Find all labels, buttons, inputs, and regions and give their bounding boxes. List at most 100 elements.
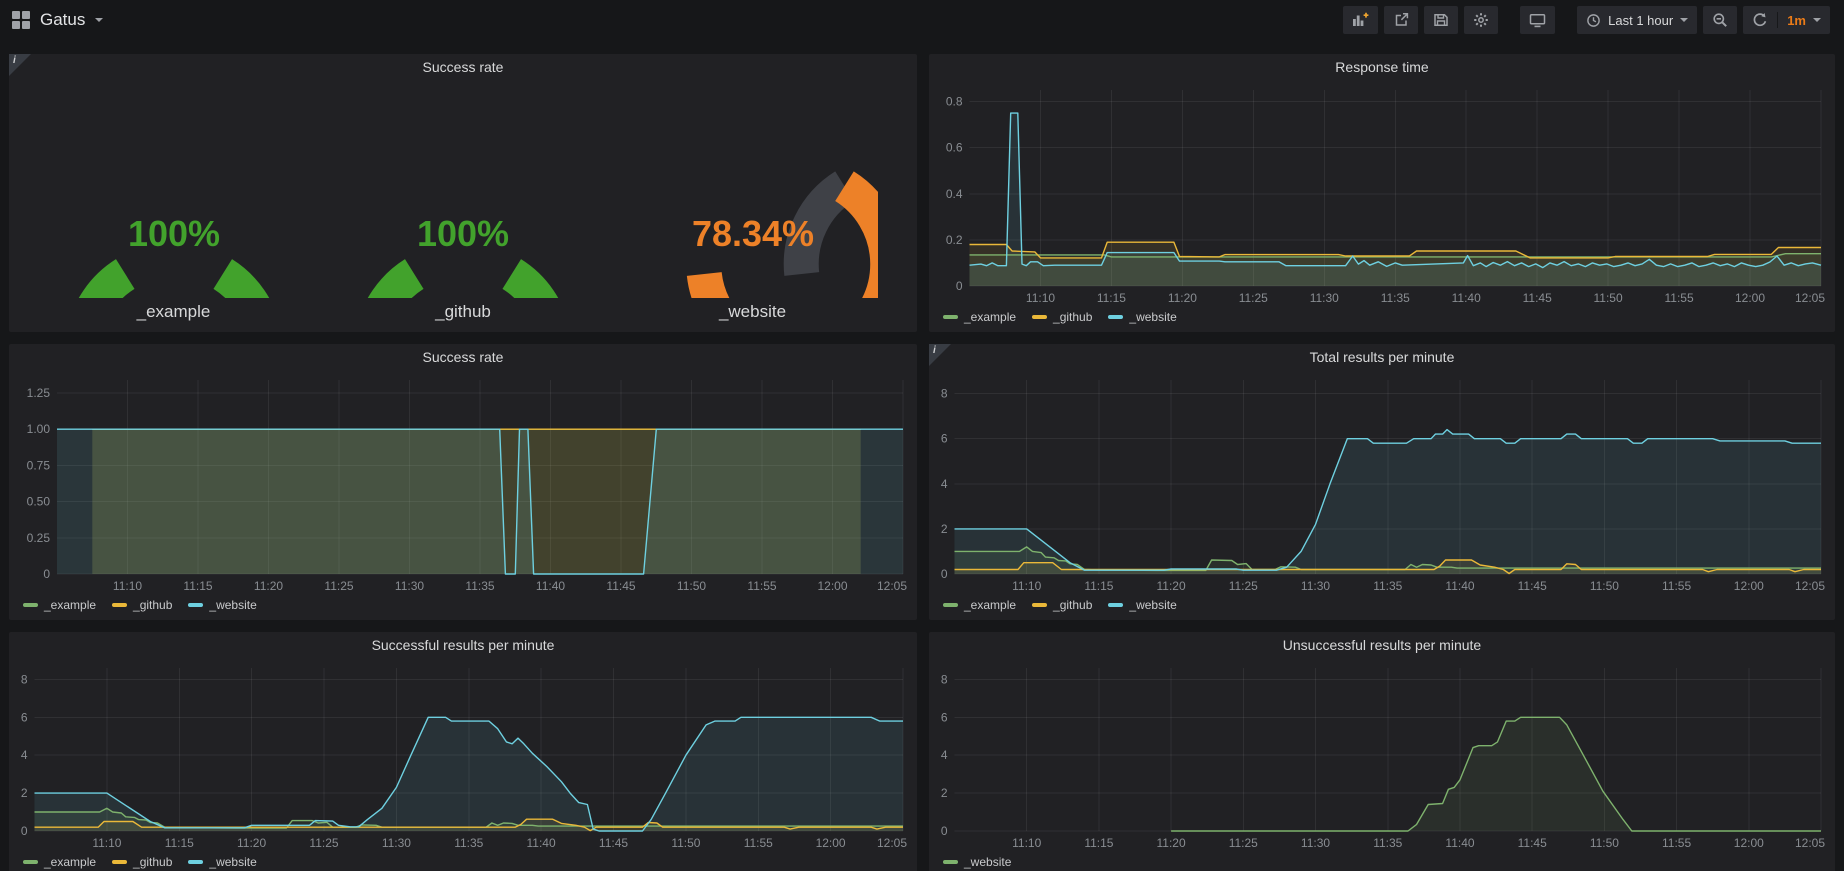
legend-item-_example[interactable]: _example bbox=[943, 310, 1016, 324]
x-tick-label: 11:10 bbox=[92, 836, 121, 850]
panel-title[interactable]: Total results per minute bbox=[929, 344, 1835, 370]
panel-title[interactable]: Successful results per minute bbox=[9, 632, 917, 658]
gauge-_github: 100%_github bbox=[338, 86, 588, 322]
chevron-down-icon[interactable] bbox=[95, 18, 103, 22]
y-tick-label: 1.25 bbox=[27, 386, 51, 400]
settings-button[interactable] bbox=[1464, 6, 1498, 34]
x-tick-label: 11:30 bbox=[1301, 836, 1330, 850]
panel-info-corner[interactable]: i bbox=[9, 54, 31, 76]
legend-item-_github[interactable]: _github bbox=[1032, 598, 1092, 612]
panel-title[interactable]: Success rate bbox=[9, 54, 917, 80]
x-tick-label: 11:40 bbox=[527, 836, 556, 850]
x-tick-label: 11:55 bbox=[1665, 291, 1694, 305]
x-tick-label: 11:10 bbox=[1012, 579, 1041, 593]
x-tick-label: 11:40 bbox=[1445, 836, 1474, 850]
x-tick-label: 11:50 bbox=[1590, 836, 1619, 850]
x-tick-label: 11:45 bbox=[1523, 291, 1552, 305]
clock-icon bbox=[1586, 13, 1601, 28]
y-tick-label: 4 bbox=[941, 477, 948, 491]
series-fill-_website bbox=[57, 429, 903, 574]
refresh-picker[interactable]: 1m bbox=[1743, 6, 1830, 34]
gauge-value-arc bbox=[371, 274, 555, 298]
x-tick-label: 11:45 bbox=[599, 836, 628, 850]
legend-chip bbox=[943, 603, 958, 607]
y-tick-label: 0.8 bbox=[946, 95, 963, 109]
panel-title[interactable]: Unsuccessful results per minute bbox=[929, 632, 1835, 658]
x-tick-label: 12:00 bbox=[816, 836, 846, 850]
save-icon bbox=[1433, 12, 1449, 28]
legend: _website bbox=[929, 853, 1835, 871]
gauge-value-text: 100% bbox=[127, 213, 219, 254]
legend-chip bbox=[1108, 315, 1123, 319]
y-tick-label: 0 bbox=[43, 567, 50, 581]
y-tick-label: 0 bbox=[21, 824, 28, 838]
legend-item-_example[interactable]: _example bbox=[23, 855, 96, 869]
x-tick-label: 11:35 bbox=[1381, 291, 1410, 305]
save-button[interactable] bbox=[1424, 6, 1458, 34]
legend-label: _example bbox=[44, 855, 96, 869]
legend: _example _github _website bbox=[929, 308, 1835, 332]
zoom-out-button[interactable] bbox=[1703, 6, 1737, 34]
refresh-icon bbox=[1752, 12, 1768, 28]
panel-title[interactable]: Response time bbox=[929, 54, 1835, 80]
legend-chip bbox=[112, 603, 127, 607]
legend-item-_website[interactable]: _website bbox=[1108, 598, 1176, 612]
successful-results-chart: 0246811:1011:1511:2011:2511:3011:3511:40… bbox=[15, 658, 911, 853]
x-tick-label: 11:20 bbox=[237, 836, 266, 850]
gauge-label: _website bbox=[719, 302, 786, 322]
x-tick-label: 11:45 bbox=[1518, 836, 1547, 850]
x-tick-label: 11:50 bbox=[1590, 579, 1619, 593]
add-panel-button[interactable] bbox=[1343, 6, 1378, 34]
legend-item-_example[interactable]: _example bbox=[23, 598, 96, 612]
x-tick-label: 11:55 bbox=[1662, 579, 1691, 593]
add-panel-icon bbox=[1352, 12, 1369, 28]
x-tick-label: 11:25 bbox=[1229, 579, 1258, 593]
x-tick-label: 11:15 bbox=[183, 579, 212, 593]
legend-chip bbox=[112, 860, 127, 864]
gauge-arc-_example: 100% bbox=[49, 86, 299, 298]
y-tick-label: 8 bbox=[941, 672, 948, 686]
x-tick-label: 11:30 bbox=[1301, 579, 1330, 593]
legend-item-_website[interactable]: _website bbox=[1108, 310, 1176, 324]
x-tick-label: 12:05 bbox=[1795, 836, 1825, 850]
dashboard-title[interactable]: Gatus bbox=[40, 10, 85, 30]
legend-chip bbox=[188, 603, 203, 607]
series-fill-_website bbox=[955, 430, 1822, 574]
x-tick-label: 12:00 bbox=[1734, 579, 1764, 593]
share-button[interactable] bbox=[1384, 6, 1418, 34]
dashboard-grid-icon[interactable] bbox=[12, 11, 30, 29]
legend-item-_example[interactable]: _example bbox=[943, 598, 1016, 612]
panel-info-corner[interactable]: i bbox=[929, 344, 951, 366]
info-icon: i bbox=[13, 55, 16, 66]
gauge-value-text: 100% bbox=[417, 213, 509, 254]
refresh-interval-label: 1m bbox=[1787, 13, 1806, 28]
gauge-arc-_website: 78.34% bbox=[628, 86, 878, 298]
legend-item-_github[interactable]: _github bbox=[112, 855, 172, 869]
legend-item-_website[interactable]: _website bbox=[188, 598, 256, 612]
panel-successful-results: Successful results per minute 0246811:10… bbox=[9, 632, 917, 871]
share-icon bbox=[1393, 12, 1409, 28]
time-range-picker[interactable]: Last 1 hour bbox=[1577, 6, 1697, 34]
x-tick-label: 11:30 bbox=[1310, 291, 1339, 305]
x-tick-label: 11:15 bbox=[1084, 579, 1113, 593]
x-tick-label: 11:10 bbox=[1012, 836, 1041, 850]
gauge-value-arc bbox=[82, 274, 266, 298]
x-tick-label: 11:25 bbox=[1229, 836, 1258, 850]
gauge-label: _example bbox=[137, 302, 211, 322]
panel-unsuccessful-results: Unsuccessful results per minute 0246811:… bbox=[929, 632, 1835, 871]
y-tick-label: 0.6 bbox=[946, 141, 963, 155]
x-tick-label: 11:50 bbox=[671, 836, 700, 850]
y-tick-label: 0 bbox=[941, 567, 948, 581]
legend-item-_github[interactable]: _github bbox=[112, 598, 172, 612]
series-fill-_website bbox=[35, 717, 904, 831]
x-tick-label: 11:35 bbox=[1373, 836, 1402, 850]
dashboard-grid: i Success rate 100%_example100%_github78… bbox=[0, 40, 1844, 871]
panel-title[interactable]: Success rate bbox=[9, 344, 917, 370]
legend-item-_website[interactable]: _website bbox=[188, 855, 256, 869]
x-tick-label: 12:05 bbox=[1795, 291, 1825, 305]
y-tick-label: 2 bbox=[941, 522, 948, 536]
tv-mode-button[interactable] bbox=[1520, 6, 1555, 34]
legend-item-_github[interactable]: _github bbox=[1032, 310, 1092, 324]
x-tick-label: 11:45 bbox=[1518, 579, 1547, 593]
legend-item-_website[interactable]: _website bbox=[943, 855, 1011, 869]
